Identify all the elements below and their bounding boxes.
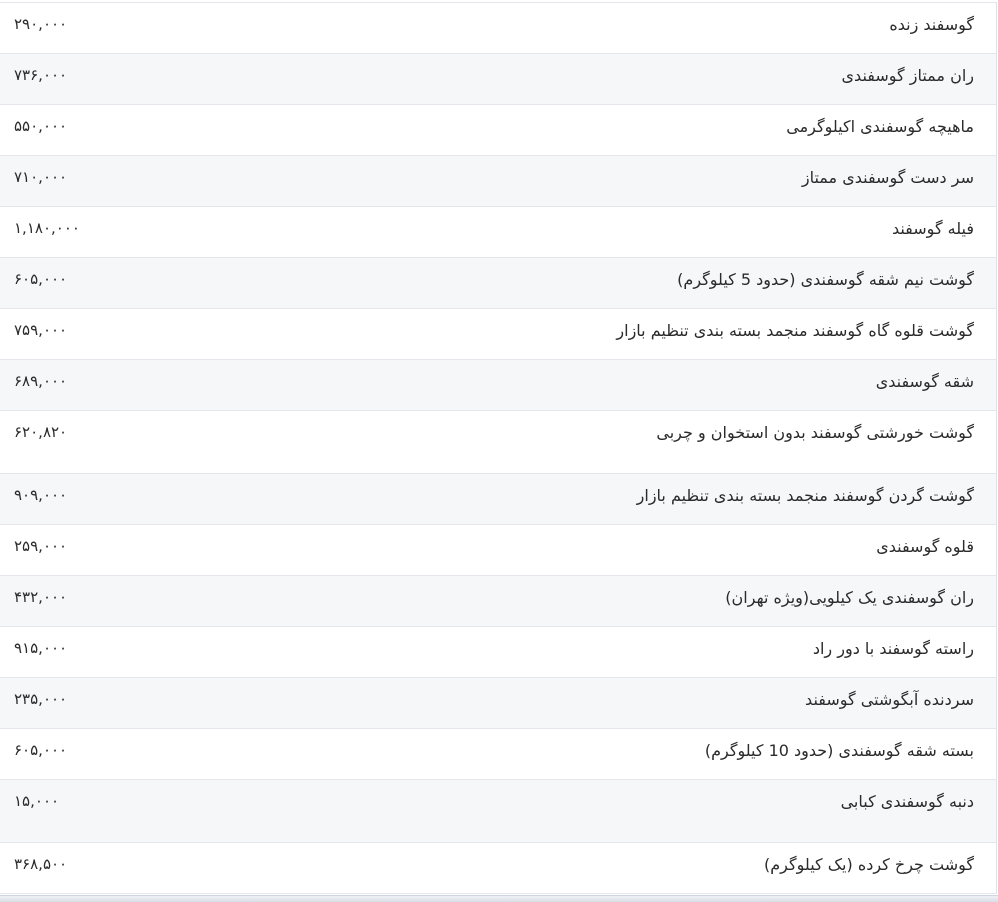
product-name-cell: ماهیچه گوسفندی اکیلوگرمی	[786, 116, 974, 136]
price-cell: ۴۳۲,۰۰۰	[14, 587, 68, 606]
product-name-cell: ران گوسفندی یک کیلویی(ویژه تهران)	[725, 587, 974, 607]
price-cell: ۲۹۰,۰۰۰	[14, 15, 68, 33]
product-name-cell: گوشت قلوه گاه گوسفند منجمد بسته بندی تنظ…	[616, 320, 974, 340]
product-name-cell: گوشت نیم شقه گوسفندی (حدود 5 کیلوگرم)	[677, 269, 974, 289]
product-name-cell: شقه گوسفندی	[875, 371, 974, 391]
price-cell: ۱,۱۸۰,۰۰۰	[14, 218, 80, 237]
price-cell: ۹۱۵,۰۰۰	[14, 638, 68, 657]
price-cell: ۲۳۵,۰۰۰	[14, 689, 68, 708]
price-cell: ۶۸۹,۰۰۰	[14, 371, 68, 390]
page: ۲۹۰,۰۰۰ گوسفند زنده ۷۳۶,۰۰۰ ران ممتاز گو…	[0, 0, 998, 902]
table-row: ۶۲۰,۸۲۰ گوشت خورشتی گوسفند بدون استخوان …	[0, 410, 996, 473]
price-cell: ۶۰۵,۰۰۰	[14, 269, 68, 288]
table-row: ۴۳۲,۰۰۰ ران گوسفندی یک کیلویی(ویژه تهران…	[0, 575, 996, 626]
table-row: ۷۳۶,۰۰۰ ران ممتاز گوسفندی	[0, 53, 996, 104]
table-row: ۶۰۵,۰۰۰ گوشت نیم شقه گوسفندی (حدود 5 کیل…	[0, 257, 996, 308]
product-name-cell: سر دست گوسفندی ممتاز	[801, 167, 974, 187]
table-row: ۵۵۰,۰۰۰ ماهیچه گوسفندی اکیلوگرمی	[0, 104, 996, 155]
product-name-cell: دنبه گوسفندی کبابی	[840, 791, 974, 811]
price-cell: ۲۵۹,۰۰۰	[14, 536, 68, 555]
price-cell: ۹۰۹,۰۰۰	[14, 485, 68, 504]
price-cell: ۷۱۰,۰۰۰	[14, 167, 68, 186]
table-row: ۱۵,۰۰۰ دنبه گوسفندی کبابی	[0, 779, 996, 842]
table-row: ۲۳۵,۰۰۰ سردنده آبگوشتی گوسفند	[0, 677, 996, 728]
price-cell: ۱۵,۰۰۰	[14, 791, 60, 810]
table-row: ۲۹۰,۰۰۰ گوسفند زنده	[0, 3, 996, 53]
price-cell: ۵۵۰,۰۰۰	[14, 116, 68, 135]
product-name-cell: راسته گوسفند با دور راد	[812, 638, 974, 658]
table-row: ۳۶۸,۵۰۰ گوشت چرخ کرده (یک کیلوگرم)	[0, 842, 996, 893]
table-row: ۹۱۵,۰۰۰ راسته گوسفند با دور راد	[0, 626, 996, 677]
price-table-container: ۲۹۰,۰۰۰ گوسفند زنده ۷۳۶,۰۰۰ ران ممتاز گو…	[0, 2, 997, 894]
table-row: ۶۰۵,۰۰۰ بسته شقه گوسفندی (حدود 10 کیلوگر…	[0, 728, 996, 779]
table-row: ۹۰۹,۰۰۰ گوشت گردن گوسفند منجمد بسته بندی…	[0, 473, 996, 524]
table-row: ۷۵۹,۰۰۰ گوشت قلوه گاه گوسفند منجمد بسته …	[0, 308, 996, 359]
table-row: ۲۵۹,۰۰۰ قلوه گوسفندی	[0, 524, 996, 575]
product-name-cell: سردنده آبگوشتی گوسفند	[805, 689, 974, 709]
product-name-cell: گوشت گردن گوسفند منجمد بسته بندی تنظیم ب…	[636, 485, 974, 505]
price-cell: ۳۶۸,۵۰۰	[14, 854, 68, 873]
product-name-cell: گوشت خورشتی گوسفند بدون استخوان و چربی	[656, 422, 974, 442]
table-row: ۷۱۰,۰۰۰ سر دست گوسفندی ممتاز	[0, 155, 996, 206]
price-cell: ۷۵۹,۰۰۰	[14, 320, 68, 339]
price-table: ۲۹۰,۰۰۰ گوسفند زنده ۷۳۶,۰۰۰ ران ممتاز گو…	[0, 3, 996, 894]
table-row: ۶۸۹,۰۰۰ شقه گوسفندی	[0, 359, 996, 410]
product-name-cell: قلوه گوسفندی	[876, 536, 974, 556]
price-cell: ۶۲۰,۸۲۰	[14, 422, 68, 441]
product-name-cell: گوشت چرخ کرده (یک کیلوگرم)	[764, 854, 974, 874]
price-cell: ۶۰۵,۰۰۰	[14, 740, 68, 759]
product-name-cell: گوسفند زنده	[889, 15, 974, 34]
product-name-cell: بسته شقه گوسفندی (حدود 10 کیلوگرم)	[704, 740, 974, 760]
table-row: ۱,۱۸۰,۰۰۰ فیله گوسفند	[0, 206, 996, 257]
product-name-cell: ران ممتاز گوسفندی	[841, 65, 974, 85]
product-name-cell: فیله گوسفند	[891, 218, 974, 238]
price-cell: ۷۳۶,۰۰۰	[14, 65, 68, 84]
